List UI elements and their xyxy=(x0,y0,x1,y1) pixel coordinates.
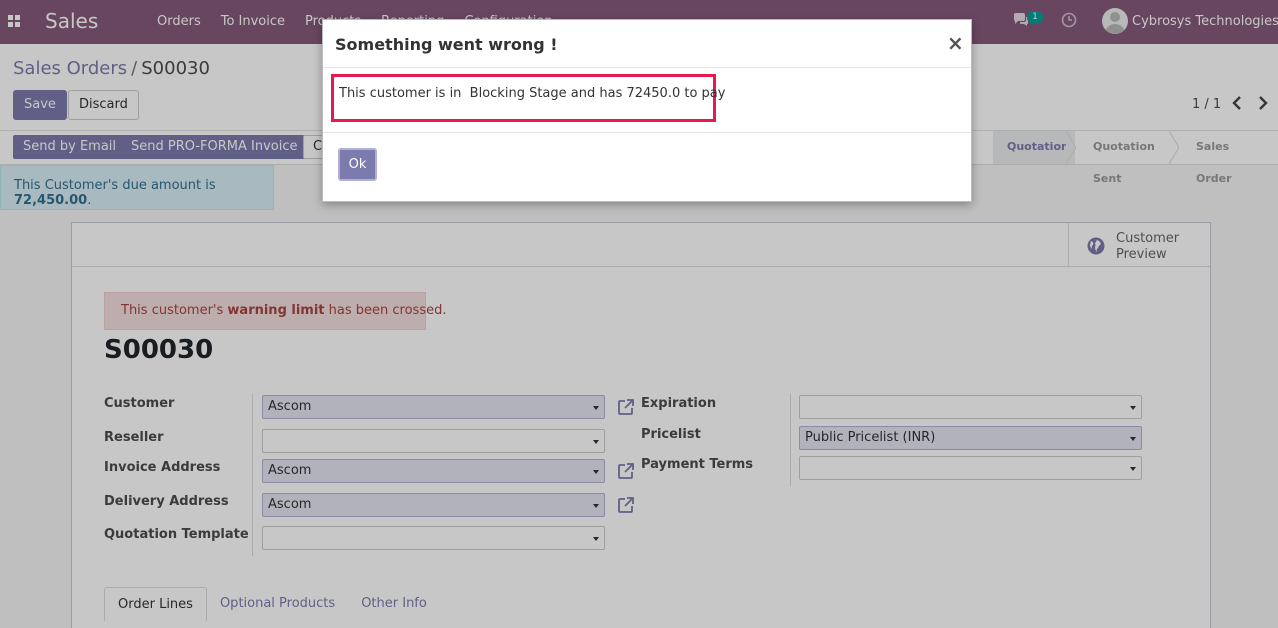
close-icon[interactable]: × xyxy=(947,31,964,55)
error-dialog: Something went wrong ! × This customer i… xyxy=(322,19,972,202)
dialog-title: Something went wrong ! xyxy=(335,35,558,54)
dialog-body: This customer is in Blocking Stage and h… xyxy=(323,68,971,133)
dialog-header: Something went wrong ! × xyxy=(323,20,971,68)
dialog-message: This customer is in Blocking Stage and h… xyxy=(339,86,726,101)
ok-button[interactable]: Ok xyxy=(338,148,377,181)
